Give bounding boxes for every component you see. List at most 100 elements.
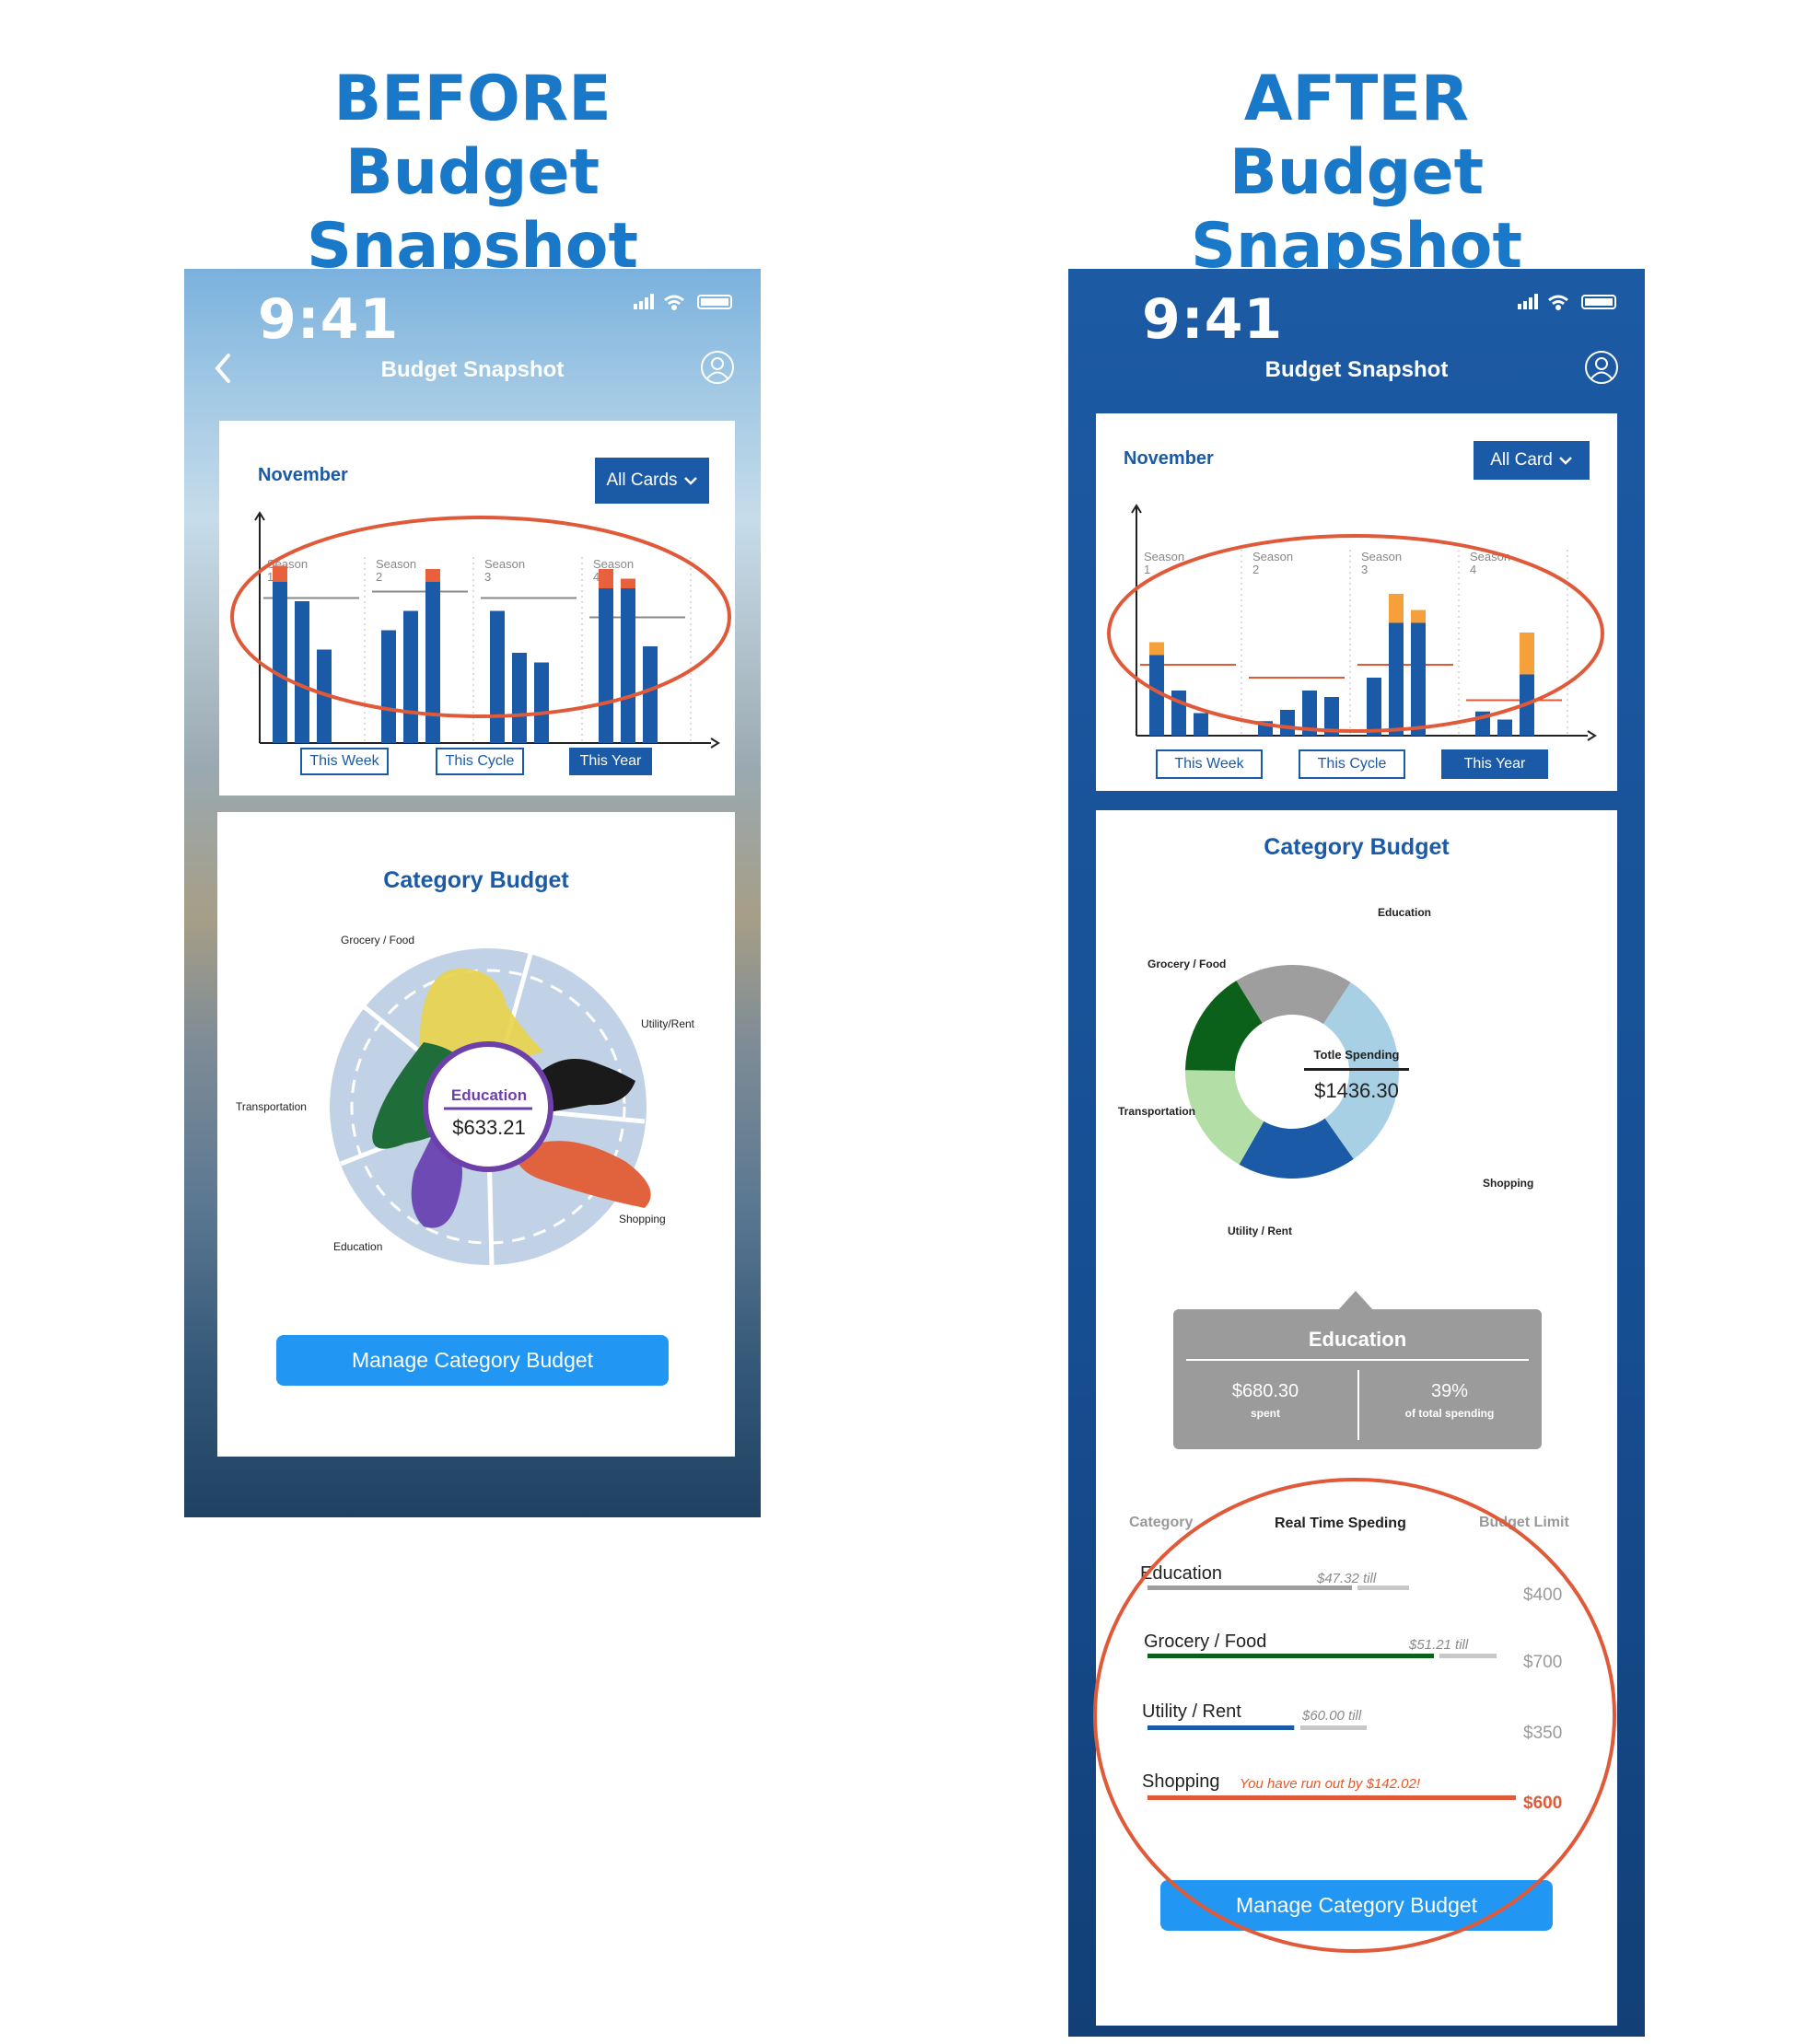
status-icons	[1518, 294, 1616, 310]
row-limit: $600	[1523, 1794, 1563, 1813]
radial-center-circle	[423, 1041, 553, 1172]
category-title: Category Budget	[383, 867, 569, 893]
status-time: 9:41	[258, 287, 400, 352]
after-heading-line2: Budget Snapshot	[1190, 136, 1523, 283]
range-this-year-button[interactable]: This Year	[1441, 749, 1548, 779]
signal-icon	[634, 294, 654, 309]
donut-center-value: $1436.30	[1314, 1079, 1399, 1102]
tooltip-divider	[1186, 1359, 1529, 1361]
row-till: $47.32 till	[1317, 1571, 1377, 1586]
row-bar-gap	[1352, 1584, 1357, 1592]
row-warning: You have run out by $142.02!	[1240, 1776, 1420, 1792]
season-label: Season	[1144, 550, 1184, 563]
season-number: 2	[376, 570, 382, 584]
season-number: 3	[1361, 563, 1368, 576]
bar	[512, 653, 527, 743]
over-budget-bar	[1411, 610, 1426, 623]
bar	[1302, 691, 1317, 736]
over-budget-bar	[1520, 633, 1534, 675]
bar	[425, 582, 440, 743]
manage-category-budget-button[interactable]: Manage Category Budget	[1160, 1880, 1553, 1931]
season-label: Season	[1361, 550, 1402, 563]
after-heading: AFTER Budget Snapshot	[1068, 63, 1645, 284]
bar	[1171, 691, 1186, 736]
row-bar-fill	[1147, 1725, 1295, 1730]
category-card: Category Budget Education $633.21 Grocer…	[217, 812, 735, 1457]
education-tooltip: Education $680.30 spent 39% of total spe…	[1173, 1309, 1542, 1449]
season-label: Season	[593, 557, 634, 571]
bar	[1280, 710, 1295, 736]
bar	[273, 582, 287, 743]
season-number: 4	[1470, 563, 1476, 576]
bar	[1367, 678, 1381, 736]
bar	[1258, 721, 1273, 736]
row-bar-fill	[1147, 1795, 1516, 1800]
before-phone-screen: 9:41 Budget Snapshot November All Cards …	[184, 269, 761, 1517]
range-this-year-button[interactable]: This Year	[569, 748, 652, 775]
over-budget-bar	[599, 569, 613, 588]
season-label: Season	[1470, 550, 1510, 563]
row-bar-gap	[1434, 1652, 1439, 1660]
x-axis-arrow	[1587, 730, 1597, 741]
row-bar-fill	[1147, 1585, 1352, 1590]
season-label: Season	[1252, 550, 1293, 563]
before-heading-line2: Budget Snapshot	[306, 136, 639, 283]
range-this-week-button[interactable]: This Week	[1156, 749, 1263, 779]
category-label-utility: Utility/Rent	[641, 1017, 695, 1030]
category-label-transportation: Transportation	[236, 1100, 307, 1113]
row-limit: $700	[1523, 1653, 1563, 1672]
bar	[621, 588, 635, 743]
range-this-week-button[interactable]: This Week	[300, 748, 389, 775]
over-budget-bar	[1149, 642, 1164, 656]
range-this-cycle-button[interactable]: This Cycle	[436, 748, 524, 775]
category-label-shopping: Shopping	[1483, 1177, 1534, 1190]
card-filter-dropdown[interactable]: All Card	[1474, 441, 1590, 480]
range-this-cycle-button[interactable]: This Cycle	[1299, 749, 1405, 779]
header-budget-limit: Budget Limit	[1479, 1515, 1569, 1530]
manage-category-budget-button[interactable]: Manage Category Budget	[276, 1335, 669, 1386]
bar	[1389, 622, 1404, 736]
season-number: 2	[1252, 563, 1259, 576]
radial-center-label: Education	[450, 1086, 528, 1104]
x-axis-arrow	[710, 737, 720, 749]
bar	[1520, 674, 1534, 736]
signal-icon	[1518, 294, 1538, 309]
row-limit: $350	[1523, 1724, 1563, 1743]
wifi-icon	[664, 295, 684, 310]
row-till: $60.00 till	[1302, 1708, 1362, 1724]
season-label: Season	[376, 557, 416, 571]
snapshot-card: November All Cards Season 1 Season 2 Season 3…	[219, 421, 735, 796]
category-label-shopping: Shopping	[619, 1213, 666, 1225]
radial-center-value: $633.21	[452, 1116, 526, 1139]
season-bar-chart: Season1Season2Season3Season4	[254, 511, 720, 749]
bar	[1475, 711, 1490, 736]
row-bar-gap	[1295, 1724, 1300, 1732]
bar	[403, 610, 418, 743]
status-icons	[634, 294, 732, 310]
bar	[317, 649, 332, 743]
season-bar-chart: Season1Season2Season3Season4	[1131, 504, 1597, 741]
season-number: 1	[1144, 563, 1150, 576]
tooltip-spent-label: spent	[1250, 1407, 1280, 1420]
card-filter-value: All Cards	[606, 470, 678, 490]
battery-icon	[1581, 295, 1616, 309]
bar	[381, 630, 396, 743]
profile-avatar-icon[interactable]	[1584, 350, 1619, 385]
header-real-time-spending: Real Time Speding	[1275, 1516, 1406, 1531]
category-label-education: Education	[333, 1240, 383, 1253]
row-name: Education	[1140, 1563, 1222, 1584]
season-label: Season	[484, 557, 525, 571]
category-label-education: Education	[1378, 906, 1432, 919]
card-filter-dropdown[interactable]: All Cards	[595, 458, 709, 504]
season-number: 3	[484, 570, 491, 584]
row-till: $51.21 till	[1409, 1637, 1469, 1653]
over-budget-bar	[1389, 594, 1404, 623]
bar	[1149, 655, 1164, 736]
bar	[599, 588, 613, 743]
status-time: 9:41	[1142, 287, 1284, 352]
nav-title: Budget Snapshot	[380, 357, 565, 382]
chevron-down-icon	[1558, 457, 1572, 465]
profile-avatar-icon[interactable]	[700, 350, 735, 385]
bar	[1411, 622, 1426, 736]
month-label: November	[1124, 448, 1214, 469]
